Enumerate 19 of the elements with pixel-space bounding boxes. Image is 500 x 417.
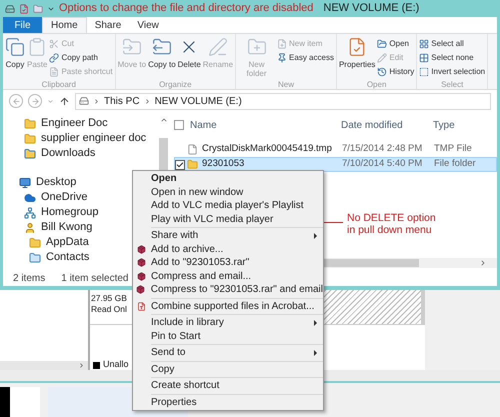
file-type: TMP File <box>434 142 472 156</box>
file-type: File folder <box>434 157 476 172</box>
disk-size: 27.95 GB <box>91 293 127 304</box>
selection-count: 1 item selected <box>61 272 128 286</box>
file-name: 92301053 <box>202 157 246 172</box>
group-label: Clipboard <box>40 81 77 89</box>
group-label: New <box>276 81 295 89</box>
legend-label: Unallo <box>103 358 129 372</box>
title-annotation: Options to change the file and directory are disabled <box>59 1 314 16</box>
file-name: CrystalDiskMark00045419.tmp <box>202 142 333 156</box>
file-date: 7/10/2014 5:40 PM <box>342 157 424 172</box>
window-title: NEW VOLUME (E:) <box>323 1 420 16</box>
disk-status: Read Onl <box>91 304 127 315</box>
annotation-text: No DELETE option in pull down menu <box>347 212 436 236</box>
file-date: 7/15/2014 2:48 PM <box>342 142 424 156</box>
group-label: Organize <box>158 81 193 89</box>
group-label: Open <box>366 81 388 89</box>
group-label: Select <box>440 81 464 89</box>
item-count: 2 items <box>13 272 46 286</box>
